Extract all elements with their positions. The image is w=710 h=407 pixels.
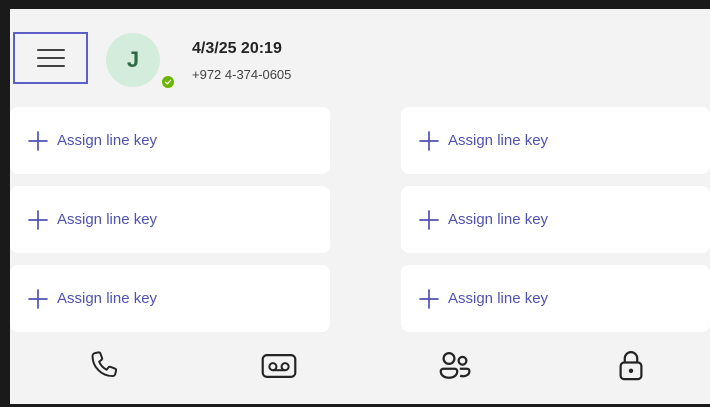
line-key-1[interactable]: Assign line key: [10, 107, 330, 174]
plus-icon: [28, 209, 48, 230]
menu-button[interactable]: [13, 32, 88, 84]
status-header: J 4/3/25 20:19 +972 4-374-0605: [10, 9, 710, 104]
plus-icon: [28, 288, 48, 309]
people-icon: [439, 351, 471, 379]
line-key-label: Assign line key: [57, 211, 158, 228]
people-button[interactable]: [432, 343, 478, 389]
calls-button[interactable]: [80, 343, 126, 389]
date-time: 4/3/25 20:19: [192, 40, 282, 57]
lock-button[interactable]: [608, 343, 654, 389]
avatar-initial: J: [126, 47, 140, 72]
plus-icon: [419, 209, 439, 230]
line-key-label: Assign line key: [448, 132, 549, 149]
line-key-label: Assign line key: [448, 290, 549, 307]
lock-icon: [619, 351, 643, 381]
line-key-3[interactable]: Assign line key: [10, 186, 330, 253]
presence-available-icon: [160, 74, 176, 90]
avatar[interactable]: J: [106, 33, 160, 87]
line-key-label: Assign line key: [57, 132, 158, 149]
line-key-label: Assign line key: [448, 211, 549, 228]
plus-icon: [28, 130, 48, 151]
line-key-5[interactable]: Assign line key: [10, 265, 330, 332]
window-top-border: [0, 0, 710, 9]
plus-icon: [419, 288, 439, 309]
line-key-6[interactable]: Assign line key: [401, 265, 710, 332]
line-key-2[interactable]: Assign line key: [401, 107, 710, 174]
phone-icon: [91, 351, 118, 378]
bottom-nav: [10, 333, 710, 404]
hamburger-menu-icon: [36, 49, 65, 67]
phone-number: +972 4-374-0605: [192, 67, 292, 82]
voicemail-button[interactable]: [256, 343, 302, 389]
voicemail-icon: [261, 354, 297, 378]
line-key-label: Assign line key: [57, 290, 158, 307]
plus-icon: [419, 130, 439, 151]
window-left-border: [0, 0, 10, 407]
line-key-4[interactable]: Assign line key: [401, 186, 710, 253]
